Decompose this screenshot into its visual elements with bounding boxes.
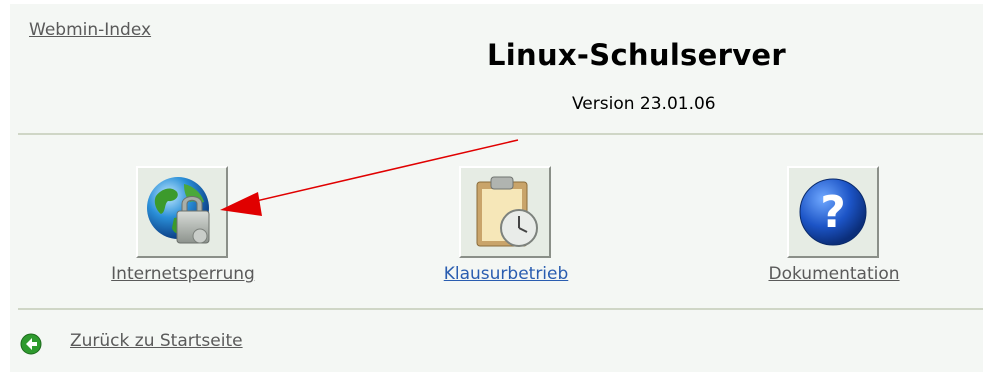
svg-text:?: ? [820,187,846,238]
webmin-index-link[interactable]: Webmin-Index [29,20,151,40]
klausurbetrieb-link[interactable]: Klausurbetrieb [386,264,626,284]
clipboard-clock-icon [476,176,538,247]
top-divider [18,133,983,135]
internetsperrung-link[interactable]: Internetsperrung [63,264,303,284]
back-to-start-link[interactable]: Zurück zu Startseite [70,331,243,351]
version-text: Version 23.01.06 [572,94,716,114]
help-question-icon: ? [799,178,867,246]
internetsperrung-icon-button[interactable] [136,166,228,258]
klausurbetrieb-icon-button[interactable] [459,166,551,258]
back-arrow-icon[interactable] [20,333,42,355]
dokumentation-link[interactable]: Dokumentation [714,264,954,284]
bottom-divider [18,308,983,310]
dokumentation-icon-button[interactable]: ? [787,166,879,258]
globe-lock-icon [147,177,210,244]
page-title: Linux-Schulserver [487,38,786,72]
